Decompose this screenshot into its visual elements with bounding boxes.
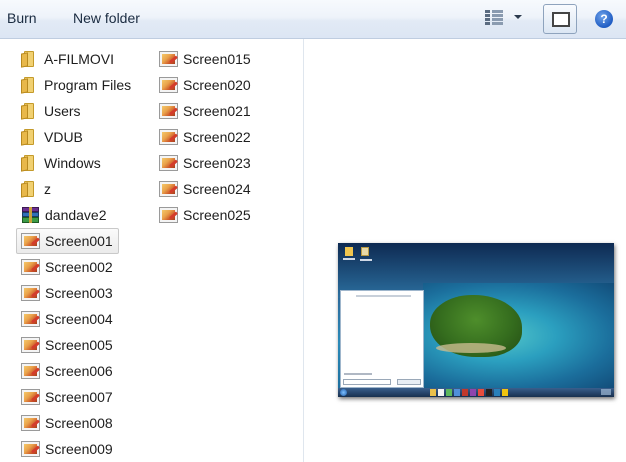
image-file-icon — [21, 233, 40, 249]
new-folder-button[interactable]: New folder — [73, 10, 140, 26]
preview-pane-icon — [552, 12, 570, 27]
file-column-1: A-FILMOVI Program Files Users VDUB Windo… — [16, 46, 137, 462]
item-label: Screen020 — [183, 77, 251, 93]
image-file-icon — [159, 181, 178, 197]
image-file-icon — [159, 103, 178, 119]
item-label: Screen015 — [183, 51, 251, 67]
item-label: Screen025 — [183, 207, 251, 223]
file-column-2: Screen015 Screen020 Screen021 Screen022 … — [154, 46, 257, 228]
item-label: Screen008 — [45, 415, 113, 431]
image-file-icon — [159, 129, 178, 145]
list-item[interactable]: Screen025 — [154, 202, 257, 228]
burn-button[interactable]: Burn — [7, 10, 37, 26]
list-item[interactable]: Screen022 — [154, 124, 257, 150]
folder-icon — [21, 155, 39, 172]
item-label: Screen005 — [45, 337, 113, 353]
item-label: z — [44, 181, 51, 197]
item-label: Screen022 — [183, 129, 251, 145]
folder-icon — [21, 51, 39, 68]
folder-icon — [21, 103, 39, 120]
item-label: A-FILMOVI — [44, 51, 115, 67]
item-label: Screen007 — [45, 389, 113, 405]
list-item[interactable]: Screen007 — [16, 384, 119, 410]
list-item[interactable]: Windows — [16, 150, 107, 176]
image-file-icon — [21, 415, 40, 431]
list-item[interactable]: Screen002 — [16, 254, 119, 280]
list-item[interactable]: Program Files — [16, 72, 137, 98]
item-label: Screen003 — [45, 285, 113, 301]
list-item[interactable]: Screen009 — [16, 436, 119, 462]
preview-pane — [305, 39, 626, 462]
list-item[interactable]: Screen005 — [16, 332, 119, 358]
image-file-icon — [21, 337, 40, 353]
preview-pane-button[interactable] — [543, 4, 577, 34]
views-dropdown-arrow-icon[interactable] — [514, 15, 522, 19]
image-file-icon — [21, 285, 40, 301]
image-file-icon — [21, 441, 40, 457]
list-item[interactable]: A-FILMOVI — [16, 46, 120, 72]
image-file-icon — [159, 77, 178, 93]
item-label: Screen009 — [45, 441, 113, 457]
item-label: Screen001 — [45, 233, 113, 249]
image-file-icon — [21, 259, 40, 275]
folder-icon — [21, 181, 39, 198]
list-item[interactable]: Screen023 — [154, 150, 257, 176]
image-file-icon — [21, 363, 40, 379]
item-label: Screen006 — [45, 363, 113, 379]
list-item[interactable]: z — [16, 176, 57, 202]
item-label: VDUB — [44, 129, 83, 145]
folder-icon — [21, 77, 39, 94]
list-item[interactable]: VDUB — [16, 124, 89, 150]
image-file-icon — [21, 389, 40, 405]
archive-icon — [21, 207, 40, 223]
list-item[interactable]: Screen021 — [154, 98, 257, 124]
command-bar: Burn New folder ? — [0, 0, 626, 39]
item-label: Users — [44, 103, 81, 119]
image-file-icon — [159, 51, 178, 67]
list-item[interactable]: Screen015 — [154, 46, 257, 72]
item-label: Windows — [44, 155, 101, 171]
list-item[interactable]: Screen006 — [16, 358, 119, 384]
item-label: dandave2 — [45, 207, 107, 223]
list-item[interactable]: Screen003 — [16, 280, 119, 306]
item-label: Screen002 — [45, 259, 113, 275]
list-item[interactable]: Screen004 — [16, 306, 119, 332]
list-item-selected[interactable]: Screen001 — [16, 228, 119, 254]
image-file-icon — [159, 207, 178, 223]
list-item[interactable]: Screen024 — [154, 176, 257, 202]
preview-image — [338, 243, 614, 397]
folder-icon — [21, 129, 39, 146]
item-label: Screen024 — [183, 181, 251, 197]
list-item[interactable]: Screen020 — [154, 72, 257, 98]
help-icon[interactable]: ? — [595, 10, 613, 28]
list-item[interactable]: Users — [16, 98, 87, 124]
views-icon[interactable] — [485, 10, 503, 26]
list-item[interactable]: Screen008 — [16, 410, 119, 436]
list-item[interactable]: dandave2 — [16, 202, 113, 228]
item-label: Screen023 — [183, 155, 251, 171]
item-label: Screen021 — [183, 103, 251, 119]
image-file-icon — [21, 311, 40, 327]
item-label: Screen004 — [45, 311, 113, 327]
image-file-icon — [159, 155, 178, 171]
item-label: Program Files — [44, 77, 132, 93]
file-list: A-FILMOVI Program Files Users VDUB Windo… — [0, 39, 304, 462]
